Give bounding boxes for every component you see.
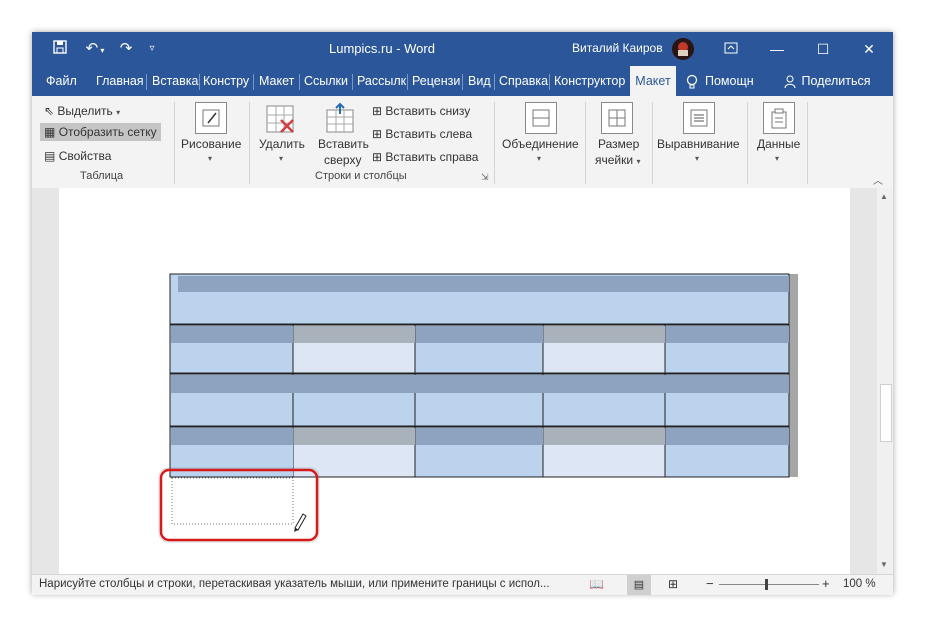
person-icon [784,75,796,88]
merge-icon [525,102,557,134]
word-window: ↶ ▾ ↷ ▿ Lumpics.ru - Word Виталий Каиров… [32,32,893,595]
draw-label: Рисование [181,137,242,151]
table-drawing [158,273,798,543]
data-icon [763,102,795,134]
close-button[interactable]: ✕ [846,32,892,66]
tab-layout[interactable]: Макет [259,66,294,96]
tab-help[interactable]: Справка [499,66,548,96]
table-shadow [789,274,798,477]
table-rows [169,324,790,478]
drawn-cell-outline [171,477,294,525]
tab-references[interactable]: Ссылки [304,66,348,96]
chevron-down-icon: ▾ [775,154,780,163]
zoom-level[interactable]: 100 % [843,578,876,590]
tab-mailings[interactable]: Рассылк [357,66,406,96]
insert-right-label: Вставить справа [385,150,479,164]
print-layout-icon[interactable]: ▤ [627,575,651,595]
properties-icon: ▤ [44,149,56,163]
chevron-down-icon: ▾ [537,154,542,163]
highlight-box [159,468,319,542]
vertical-scrollbar[interactable]: ▲ ▼ [877,188,893,574]
maximize-button[interactable]: ☐ [800,32,846,66]
insert-left-icon: ⊞ [372,127,383,141]
ribbon-display-options-icon[interactable] [708,32,754,66]
share-button[interactable]: Поделиться [784,66,871,96]
document-area [32,188,877,574]
avatar[interactable] [672,38,694,60]
document-title: Lumpics.ru - Word [329,41,435,56]
zoom-slider[interactable] [719,584,819,585]
show-grid-button[interactable]: ▦ Отобразить сетку [40,123,161,141]
alignment-label: Выравнивание [657,137,740,151]
insert-above-icon [325,102,355,133]
grid-icon: ▦ [44,125,56,139]
user-name[interactable]: Виталий Каиров [572,41,663,55]
scroll-up-icon[interactable]: ▲ [880,192,888,201]
show-grid-label: Отобразить сетку [58,125,157,139]
insert-right-button[interactable]: ⊞ Вставить справа [372,150,478,164]
tab-view[interactable]: Вид [468,66,491,96]
web-layout-icon[interactable]: ⊞ [668,577,678,591]
tab-review[interactable]: Рецензи [412,66,460,96]
tab-file[interactable]: Файл [46,66,77,96]
title-bar: ↶ ▾ ↷ ▿ Lumpics.ru - Word Виталий Каиров… [32,32,893,66]
select-button[interactable]: ⇖ Выделить ▾ [44,104,120,118]
cell-size-label-2-wrap: ячейки ▾ [595,153,641,167]
insert-below-label: Вставить снизу [385,104,471,118]
redo-icon[interactable]: ↷ [116,39,136,59]
group-label-table: Таблица [80,170,124,182]
delete-table-icon [265,104,295,134]
zoom-slider-handle[interactable] [765,579,768,590]
ribbon-tabs: Файл Главная Вставка Констру Макет Ссылк… [32,66,893,96]
pencil-icon [195,102,227,134]
pencil-cursor-icon [294,513,307,532]
cell-size-label-1: Размер [598,137,640,151]
ribbon: ⇖ Выделить ▾ ▦ Отобразить сетку ▤ Свойст… [32,96,893,189]
insert-below-button[interactable]: ⊞ Вставить снизу [372,104,470,118]
undo-icon[interactable]: ↶ ▾ [80,39,110,59]
zoom-in-button[interactable]: + [822,576,830,591]
chevron-down-icon: ▾ [279,154,284,163]
data-label: Данные [757,137,801,151]
cell-size-label-2: ячейки [595,153,634,167]
dialog-launcher-icon[interactable]: ⇲ [481,172,489,183]
tab-home[interactable]: Главная [96,66,144,96]
insert-above-label-1: Вставить [318,137,369,151]
page[interactable] [59,188,850,574]
insert-left-button[interactable]: ⊞ Вставить слева [372,127,472,141]
alignment-icon [683,102,715,134]
tell-me-search[interactable]: Помощн [705,66,754,96]
cell-shading [178,276,789,292]
group-label-rows-cols: Строки и столбцы [315,170,407,182]
properties-label: Свойства [58,149,112,163]
customize-icon[interactable]: ▿ [145,39,159,59]
chevron-down-icon: ▾ [695,154,700,163]
tab-design[interactable]: Констру [203,66,249,96]
cell-size-icon [601,102,633,134]
insert-right-icon: ⊞ [372,150,383,164]
insert-left-label: Вставить слева [385,127,473,141]
status-bar: Нарисуйте столбцы и строки, перетаскивая… [32,574,893,595]
insert-below-icon: ⊞ [372,104,383,118]
lightbulb-icon[interactable] [686,66,698,96]
insert-above-label-2: сверху [324,153,362,167]
zoom-out-button[interactable]: − [706,576,714,591]
delete-label: Удалить [259,137,305,151]
chevron-down-icon: ▾ [208,154,213,163]
select-label: Выделить [57,104,113,118]
scroll-down-icon[interactable]: ▼ [880,560,888,569]
minimize-button[interactable]: — [754,32,800,66]
scrollbar-thumb[interactable] [880,384,892,442]
status-hint: Нарисуйте столбцы и строки, перетаскивая… [39,578,550,590]
collapse-ribbon-icon[interactable]: ︿ [873,172,883,187]
save-icon[interactable] [50,39,70,59]
properties-button[interactable]: ▤ Свойства [44,149,111,163]
tab-insert[interactable]: Вставка [152,66,198,96]
read-mode-icon[interactable]: 📖 [589,577,604,591]
tab-table-layout[interactable]: Макет [630,66,676,96]
cursor-icon: ⇖ [44,104,55,118]
share-label: Поделиться [801,74,871,88]
merge-label: Объединение [502,137,579,151]
tab-table-design[interactable]: Конструктор [554,66,625,96]
